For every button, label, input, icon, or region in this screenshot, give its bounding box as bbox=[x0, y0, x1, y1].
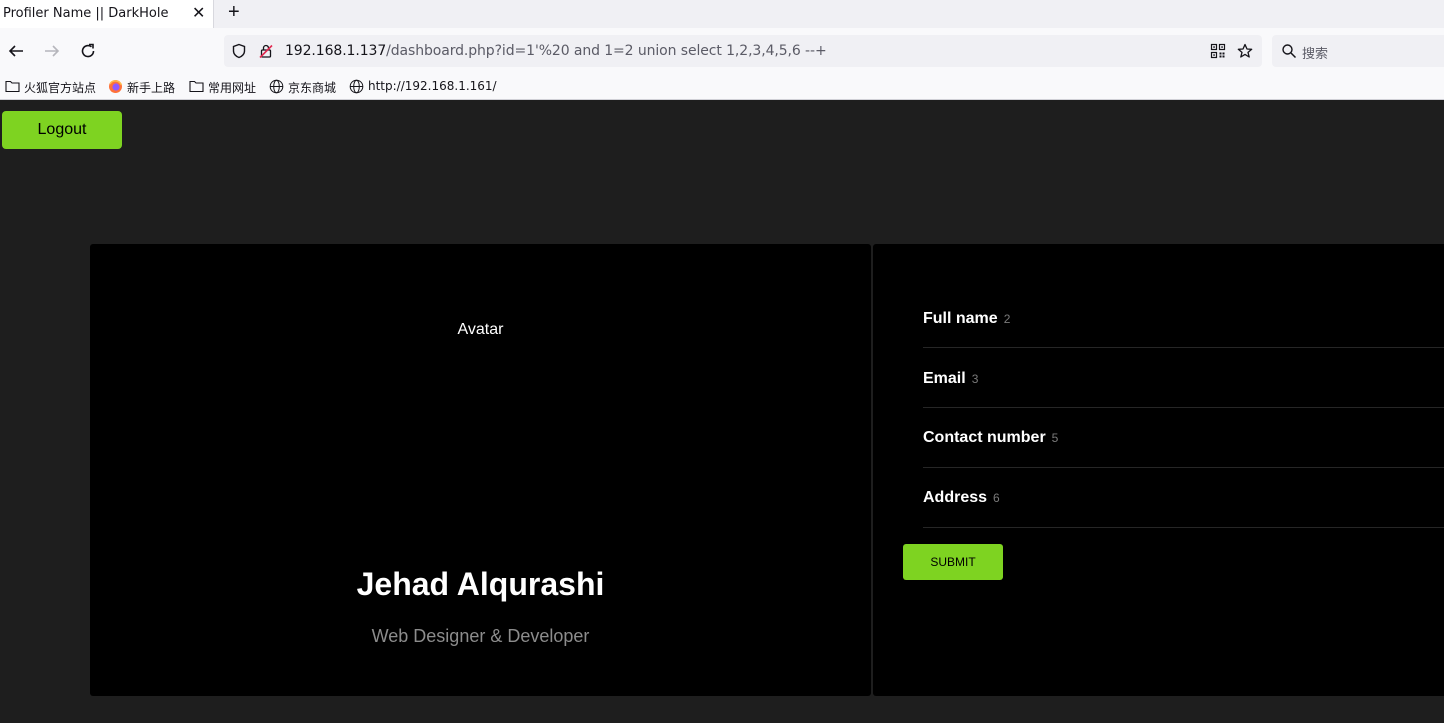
folder-icon bbox=[189, 80, 204, 93]
profile-details-card: Full name 2 Email 3 Contact number 5 Addres… bbox=[873, 244, 1444, 696]
logout-button[interactable]: Logout bbox=[2, 111, 122, 149]
forward-arrow-icon bbox=[45, 45, 60, 57]
tab-title: Profiler Name || DarkHole bbox=[3, 6, 169, 21]
search-placeholder: 搜索 bbox=[1302, 46, 1329, 61]
bookmark-label: 京东商城 bbox=[288, 81, 337, 95]
detail-row-address: Address 6 bbox=[923, 468, 1444, 528]
field-label: Email bbox=[923, 370, 966, 387]
reload-button[interactable] bbox=[76, 40, 100, 62]
field-value: 6 bbox=[993, 491, 1000, 505]
back-button[interactable] bbox=[4, 40, 28, 62]
detail-label: Contact number 5 bbox=[923, 429, 1058, 447]
new-tab-button[interactable]: + bbox=[228, 1, 240, 24]
bookmark-label: http://192.168.1.161/ bbox=[368, 79, 497, 93]
firefox-icon bbox=[109, 80, 123, 93]
profile-card: Avatar Jehad Alqurashi Web Designer & De… bbox=[90, 244, 871, 696]
folder-icon bbox=[5, 80, 20, 93]
submit-button[interactable]: SUBMIT bbox=[903, 544, 1003, 580]
field-value: 5 bbox=[1051, 431, 1059, 445]
globe-icon bbox=[269, 79, 284, 94]
navigation-toolbar: 192.168.1.137/dashboard.php?id=1'%20 and… bbox=[0, 28, 1444, 74]
active-tab[interactable]: Profiler Name || DarkHole ✕ bbox=[0, 0, 214, 28]
profile-name: Jehad Alqurashi bbox=[356, 566, 605, 602]
tab-strip: Profiler Name || DarkHole ✕ + bbox=[0, 0, 1444, 28]
url-host: 192.168.1.137 bbox=[285, 43, 387, 59]
shield-icon[interactable] bbox=[231, 43, 247, 59]
url-text[interactable]: 192.168.1.137/dashboard.php?id=1'%20 and… bbox=[285, 43, 827, 59]
bookmark-label: 火狐官方站点 bbox=[24, 81, 97, 95]
reload-icon bbox=[81, 43, 95, 58]
field-label: Contact number bbox=[923, 429, 1046, 446]
back-arrow-icon bbox=[8, 45, 23, 57]
detail-row-full-name: Full name 2 bbox=[923, 288, 1444, 348]
profile-role: Web Designer & Developer bbox=[371, 626, 590, 646]
detail-label: Full name 2 bbox=[923, 310, 1010, 328]
detail-label: Address 6 bbox=[923, 489, 1000, 507]
search-icon bbox=[1282, 44, 1297, 59]
field-value: 3 bbox=[971, 372, 979, 386]
close-tab-icon[interactable]: ✕ bbox=[192, 3, 205, 23]
bookmark-label: 常用网址 bbox=[208, 81, 257, 95]
url-bar[interactable]: 192.168.1.137/dashboard.php?id=1'%20 and… bbox=[224, 35, 1262, 67]
search-bar[interactable]: 搜索 bbox=[1272, 35, 1444, 67]
detail-label: Email 3 bbox=[923, 370, 978, 388]
avatar: Avatar bbox=[457, 321, 504, 338]
field-label: Address bbox=[923, 489, 988, 506]
bookmarks-toolbar: 火狐官方站点 新手上路 常用网址 京东商城 http://192.168.1.1… bbox=[0, 74, 1444, 100]
bookmark-label: 新手上路 bbox=[127, 81, 176, 95]
qr-code-icon[interactable] bbox=[1210, 43, 1226, 59]
url-path: /dashboard.php?id=1'%20 and 1=2 union se… bbox=[386, 43, 827, 59]
field-value: 2 bbox=[1003, 312, 1011, 326]
field-label: Full name bbox=[923, 310, 998, 327]
globe-icon bbox=[349, 79, 364, 94]
detail-row-email: Email 3 bbox=[923, 348, 1444, 408]
detail-row-contact-number: Contact number 5 bbox=[923, 408, 1444, 468]
bookmark-star-icon[interactable] bbox=[1237, 43, 1253, 59]
forward-button[interactable] bbox=[40, 40, 64, 62]
insecure-lock-icon[interactable] bbox=[258, 43, 274, 59]
